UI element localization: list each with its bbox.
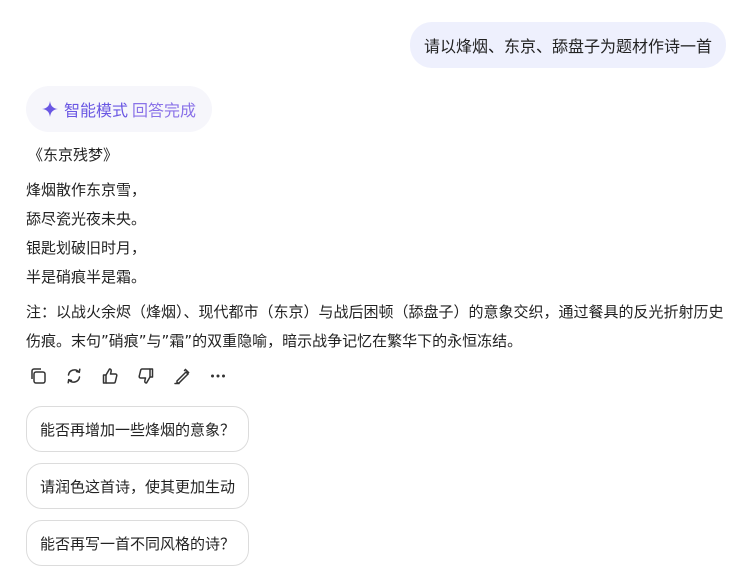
thumbs-up-icon	[102, 368, 118, 384]
copy-icon	[31, 368, 46, 384]
suggestion-text: 请润色这首诗，使其更加生动	[40, 477, 236, 496]
suggestion-button[interactable]: 请润色这首诗，使其更加生动	[26, 463, 250, 509]
poem-line: 舔尽瓷光夜未央。	[26, 210, 147, 228]
user-message-bubble: 请以烽烟、东京、舔盘子为题材作诗一首	[409, 22, 726, 68]
more-icon	[211, 374, 225, 378]
status-label: 回答完成	[132, 101, 197, 120]
sparkle-icon	[42, 101, 58, 117]
regenerate-button[interactable]	[64, 366, 84, 386]
edit-icon	[174, 368, 190, 385]
message-action-bar	[28, 366, 244, 386]
more-button[interactable]	[208, 366, 228, 386]
poem-line: 半是硝痕半是霜。	[26, 268, 147, 286]
poem-note: 注：以战火余烬（烽烟）、现代都市（东京）与战后困顿（舔盘子）的意象交织，通过餐具…	[26, 303, 724, 350]
mode-status-pill: 智能模式 回答完成	[26, 86, 213, 132]
suggestion-text: 能否再增加一些烽烟的意象？	[40, 420, 236, 439]
suggestion-button[interactable]: 能否再增加一些烽烟的意象？	[26, 406, 250, 452]
poem-title: 《东京残梦》	[28, 146, 119, 164]
edit-button[interactable]	[172, 366, 192, 386]
copy-button[interactable]	[28, 366, 48, 386]
like-button[interactable]	[100, 366, 120, 386]
dislike-button[interactable]	[136, 366, 156, 386]
suggestion-button[interactable]: 能否再写一首不同风格的诗？	[26, 520, 250, 566]
mode-label: 智能模式	[64, 101, 129, 120]
poem-line: 烽烟散作东京雪，	[26, 181, 147, 199]
poem-line: 银匙划破旧时月，	[26, 239, 147, 257]
thumbs-down-icon	[138, 368, 154, 384]
regenerate-icon	[67, 368, 81, 384]
suggestion-text: 能否再写一首不同风格的诗？	[40, 534, 236, 553]
poem-body: 烽烟散作东京雪， 舔尽瓷光夜未央。 银匙划破旧时月， 半是硝痕半是霜。	[26, 176, 146, 292]
user-message-text: 请以烽烟、东京、舔盘子为题材作诗一首	[423, 37, 712, 56]
